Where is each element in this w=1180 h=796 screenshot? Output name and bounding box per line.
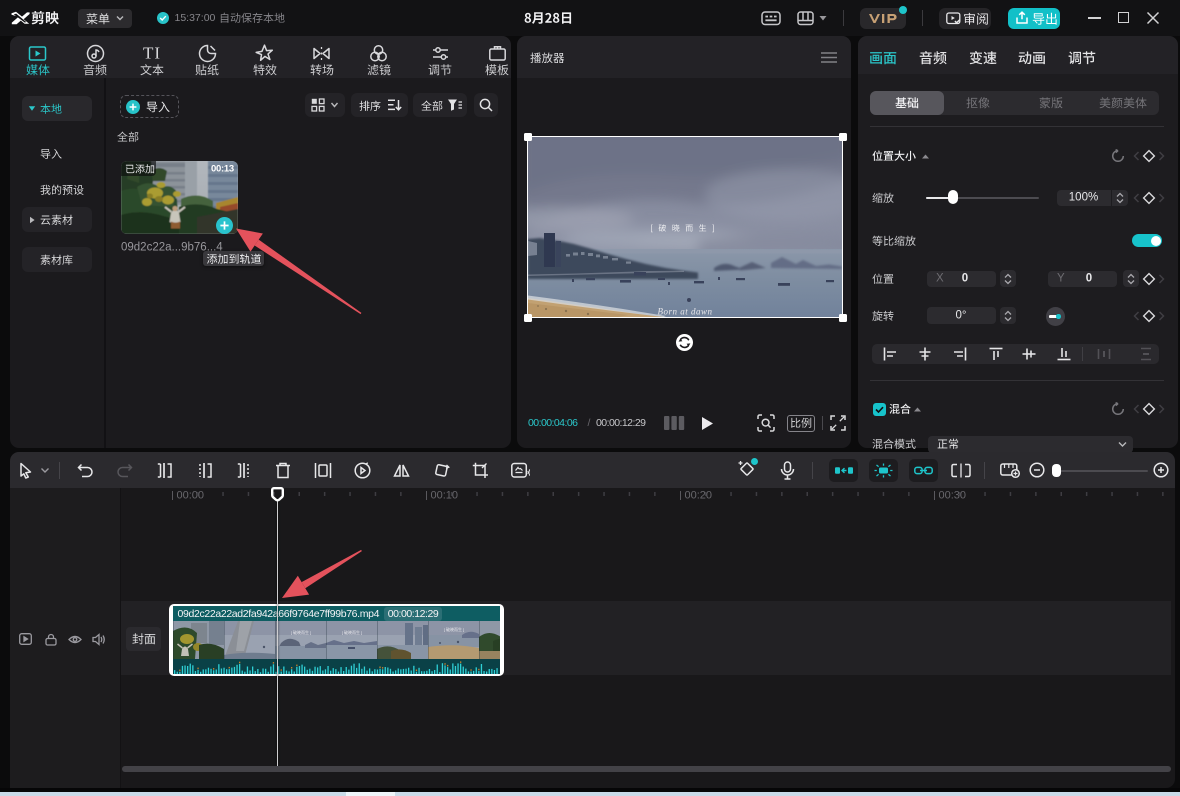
svg-text:[ 破晓而生 ]: [ 破晓而生 ]: [342, 629, 362, 635]
svg-text:[ 破晓而生 ]: [ 破晓而生 ]: [444, 626, 464, 632]
svg-text:[ 破晓而生 ]: [ 破晓而生 ]: [291, 629, 311, 635]
